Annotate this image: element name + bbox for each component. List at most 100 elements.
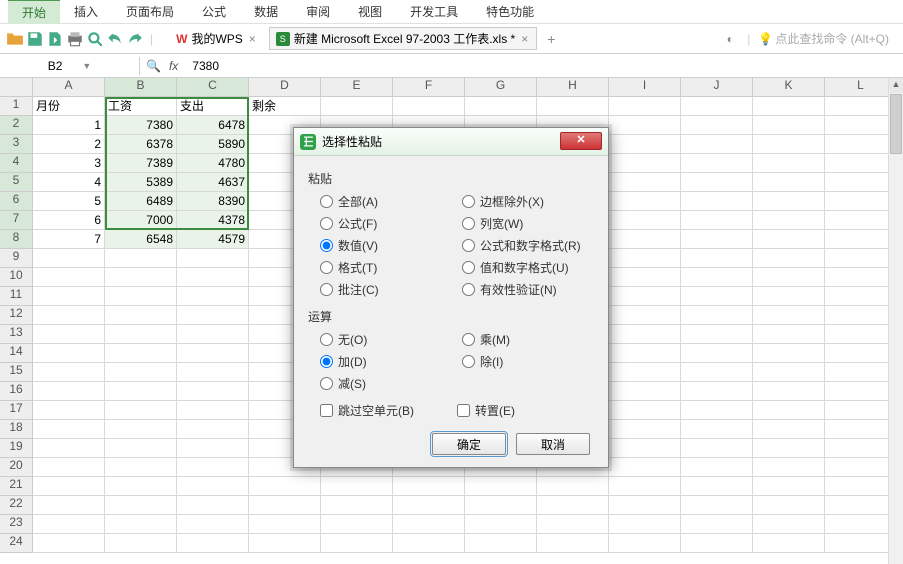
cell-K9[interactable] xyxy=(753,249,825,268)
cell-L9[interactable] xyxy=(825,249,897,268)
cell-K21[interactable] xyxy=(753,477,825,496)
cell-G24[interactable] xyxy=(465,534,537,553)
paste-option-5[interactable]: 公式和数字格式(R) xyxy=(462,237,594,254)
col-header-H[interactable]: H xyxy=(537,78,609,97)
row-header-22[interactable]: 22 xyxy=(0,496,33,515)
export-icon[interactable] xyxy=(46,30,64,48)
cell-C6[interactable]: 8390 xyxy=(177,192,249,211)
cell-K19[interactable] xyxy=(753,439,825,458)
cell-A5[interactable]: 4 xyxy=(33,173,105,192)
cell-I17[interactable] xyxy=(609,401,681,420)
row-header-18[interactable]: 18 xyxy=(0,420,33,439)
cell-K11[interactable] xyxy=(753,287,825,306)
cell-L1[interactable] xyxy=(825,97,897,116)
transpose-checkbox[interactable]: 转置(E) xyxy=(457,402,594,419)
cell-J18[interactable] xyxy=(681,420,753,439)
cell-E24[interactable] xyxy=(321,534,393,553)
cell-J7[interactable] xyxy=(681,211,753,230)
cell-B8[interactable]: 6548 xyxy=(105,230,177,249)
cell-K6[interactable] xyxy=(753,192,825,211)
fx-label[interactable]: fx xyxy=(169,59,178,73)
cell-C13[interactable] xyxy=(177,325,249,344)
col-header-B[interactable]: B xyxy=(105,78,177,97)
tab-wps[interactable]: W 我的WPS × xyxy=(169,27,265,50)
cell-L5[interactable] xyxy=(825,173,897,192)
paste-option-3[interactable]: 列宽(W) xyxy=(462,215,594,232)
cancel-button[interactable]: 取消 xyxy=(516,433,590,455)
paste-option-8[interactable]: 批注(C) xyxy=(320,281,452,298)
cell-J8[interactable] xyxy=(681,230,753,249)
cell-B9[interactable] xyxy=(105,249,177,268)
cell-C8[interactable]: 4579 xyxy=(177,230,249,249)
cell-I12[interactable] xyxy=(609,306,681,325)
cell-K15[interactable] xyxy=(753,363,825,382)
cell-B6[interactable]: 6489 xyxy=(105,192,177,211)
cell-J14[interactable] xyxy=(681,344,753,363)
row-header-11[interactable]: 11 xyxy=(0,287,33,306)
cell-K2[interactable] xyxy=(753,116,825,135)
cell-H23[interactable] xyxy=(537,515,609,534)
cell-I11[interactable] xyxy=(609,287,681,306)
cell-B12[interactable] xyxy=(105,306,177,325)
cell-I2[interactable] xyxy=(609,116,681,135)
cell-B15[interactable] xyxy=(105,363,177,382)
cell-J19[interactable] xyxy=(681,439,753,458)
cell-A15[interactable] xyxy=(33,363,105,382)
col-header-E[interactable]: E xyxy=(321,78,393,97)
cell-L13[interactable] xyxy=(825,325,897,344)
preview-icon[interactable] xyxy=(86,30,104,48)
menu-item-2[interactable]: 页面布局 xyxy=(112,0,188,23)
cell-K14[interactable] xyxy=(753,344,825,363)
cell-C1[interactable]: 支出 xyxy=(177,97,249,116)
cell-C15[interactable] xyxy=(177,363,249,382)
op-option-0[interactable]: 无(O) xyxy=(320,331,452,348)
cell-B18[interactable] xyxy=(105,420,177,439)
cell-K22[interactable] xyxy=(753,496,825,515)
cell-H22[interactable] xyxy=(537,496,609,515)
cell-I13[interactable] xyxy=(609,325,681,344)
row-header-13[interactable]: 13 xyxy=(0,325,33,344)
cell-K10[interactable] xyxy=(753,268,825,287)
cell-I21[interactable] xyxy=(609,477,681,496)
cell-J17[interactable] xyxy=(681,401,753,420)
row-header-15[interactable]: 15 xyxy=(0,363,33,382)
cell-A14[interactable] xyxy=(33,344,105,363)
cell-A16[interactable] xyxy=(33,382,105,401)
cell-A17[interactable] xyxy=(33,401,105,420)
paste-option-4[interactable]: 数值(V) xyxy=(320,237,452,254)
cell-C21[interactable] xyxy=(177,477,249,496)
redo-icon[interactable] xyxy=(126,30,144,48)
close-button[interactable]: ✕ xyxy=(560,132,602,150)
cell-A23[interactable] xyxy=(33,515,105,534)
cell-C24[interactable] xyxy=(177,534,249,553)
cell-L18[interactable] xyxy=(825,420,897,439)
cell-B2[interactable]: 7380 xyxy=(105,116,177,135)
cell-H24[interactable] xyxy=(537,534,609,553)
add-tab-button[interactable]: + xyxy=(541,29,561,49)
cell-B14[interactable] xyxy=(105,344,177,363)
cell-B3[interactable]: 6378 xyxy=(105,135,177,154)
cell-L24[interactable] xyxy=(825,534,897,553)
cell-K3[interactable] xyxy=(753,135,825,154)
cell-J11[interactable] xyxy=(681,287,753,306)
cell-J6[interactable] xyxy=(681,192,753,211)
menu-item-3[interactable]: 公式 xyxy=(188,0,240,23)
cell-I3[interactable] xyxy=(609,135,681,154)
row-header-20[interactable]: 20 xyxy=(0,458,33,477)
cell-C9[interactable] xyxy=(177,249,249,268)
cell-C2[interactable]: 6478 xyxy=(177,116,249,135)
row-header-23[interactable]: 23 xyxy=(0,515,33,534)
row-header-2[interactable]: 2 xyxy=(0,116,33,135)
cell-C7[interactable]: 4378 xyxy=(177,211,249,230)
cell-L8[interactable] xyxy=(825,230,897,249)
cell-C23[interactable] xyxy=(177,515,249,534)
col-header-J[interactable]: J xyxy=(681,78,753,97)
op-option-2[interactable]: 加(D) xyxy=(320,353,452,370)
col-header-C[interactable]: C xyxy=(177,78,249,97)
cell-I9[interactable] xyxy=(609,249,681,268)
cell-J3[interactable] xyxy=(681,135,753,154)
cell-J4[interactable] xyxy=(681,154,753,173)
cell-A20[interactable] xyxy=(33,458,105,477)
menu-item-8[interactable]: 特色功能 xyxy=(472,0,548,23)
cell-L2[interactable] xyxy=(825,116,897,135)
